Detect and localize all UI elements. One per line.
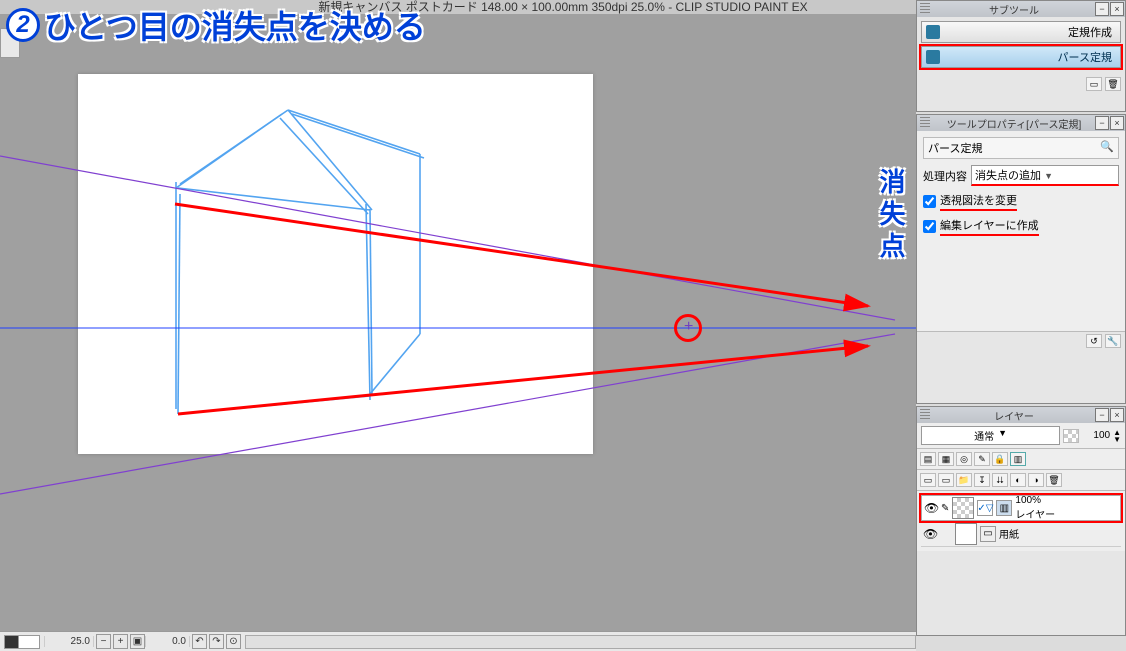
ruler-icon bbox=[926, 25, 940, 39]
apply-mask-icon[interactable]: ◑ bbox=[1028, 473, 1044, 487]
subtool-label: パース定規 bbox=[946, 49, 1116, 65]
close-icon[interactable]: × bbox=[1110, 408, 1124, 422]
ruler-preview-icon: ▥ bbox=[996, 500, 1012, 516]
perspective-icon bbox=[926, 50, 940, 64]
subtool-header[interactable]: サブツール − × bbox=[917, 1, 1125, 17]
cb-label: 透視図法を変更 bbox=[940, 192, 1017, 211]
canvas[interactable] bbox=[78, 74, 593, 454]
chevron-down-icon: ▼ bbox=[998, 428, 1007, 443]
zoom-in-icon[interactable]: + bbox=[113, 634, 128, 649]
subtool-ruler-create[interactable]: 定規作成 bbox=[921, 21, 1121, 43]
opacity-icon bbox=[1063, 429, 1079, 443]
blend-mode-dropdown[interactable]: 通常 ▼ bbox=[921, 426, 1060, 445]
lock-icon[interactable]: 🔒 bbox=[992, 452, 1008, 466]
layer-action-row: ▭ ▭ 📁 ↧ ⮇ ◐ ◑ 🗑 bbox=[917, 470, 1125, 491]
pen-icon: ✎ bbox=[941, 503, 949, 514]
draft-icon[interactable]: ✎ bbox=[974, 452, 990, 466]
cb-create-on-edit-layer[interactable]: 編集レイヤーに作成 bbox=[923, 217, 1119, 236]
clip-icon[interactable]: ▤ bbox=[920, 452, 936, 466]
merge-down-icon[interactable]: ⮇ bbox=[992, 473, 1008, 487]
step-number-badge: 2 bbox=[6, 8, 40, 42]
visibility-icon[interactable]: 👁 bbox=[923, 527, 937, 541]
annotation-vp-label: 消失点 bbox=[873, 168, 910, 264]
h-scrollbar[interactable] bbox=[245, 635, 916, 649]
fit-icon[interactable]: ▣ bbox=[130, 634, 145, 649]
reset-rotation-icon[interactable]: ⊙ bbox=[226, 634, 241, 649]
status-bar: 25.0 − + ▣ 0.0 ↶ ↷ ⊙ bbox=[0, 631, 916, 651]
step-text: ひとつ目の消失点を決める bbox=[44, 2, 426, 48]
layer-name[interactable]: 100% レイヤー bbox=[1015, 495, 1118, 521]
visibility-icon[interactable]: 👁 bbox=[924, 501, 938, 515]
layer-lock-row: ▤ ▦ ◎ ✎ 🔒 ▥ bbox=[917, 449, 1125, 470]
checkbox[interactable] bbox=[923, 195, 936, 208]
layer-item-paper[interactable]: 👁 ▭ 用紙 bbox=[921, 521, 1121, 547]
subtool-palette: サブツール − × 定規作成 パース定規 ▭ 🗑 bbox=[916, 0, 1126, 112]
canvas-area[interactable]: + 25.0 − + ▣ 0.0 ↶ ↷ ⊙ bbox=[0, 14, 916, 651]
close-icon[interactable]: × bbox=[1110, 2, 1124, 16]
layer-item-1[interactable]: 👁 ✎ ✓▽ ▥ 100% レイヤー bbox=[921, 495, 1121, 521]
rotate-ccw-icon[interactable]: ↶ bbox=[192, 634, 207, 649]
new-vector-icon[interactable]: ▭ bbox=[938, 473, 954, 487]
navigator-thumb[interactable] bbox=[4, 635, 40, 649]
new-raster-icon[interactable]: ▭ bbox=[920, 473, 936, 487]
layer-thumb bbox=[955, 523, 977, 545]
transfer-down-icon[interactable]: ↧ bbox=[974, 473, 990, 487]
grip-icon[interactable] bbox=[920, 409, 930, 421]
minimize-icon[interactable]: − bbox=[1095, 116, 1109, 130]
layer-list: 👁 ✎ ✓▽ ▥ 100% レイヤー 👁 ▭ 用紙 bbox=[917, 491, 1125, 551]
reset-icon[interactable]: ↺ bbox=[1086, 334, 1102, 348]
cb-label: 編集レイヤーに作成 bbox=[940, 217, 1039, 236]
process-row: 処理内容 消失点の追加 ▼ bbox=[923, 165, 1119, 186]
stepper-icon[interactable]: ▲▼ bbox=[1113, 429, 1121, 443]
vanishing-point-marker: + bbox=[674, 314, 702, 342]
new-subtool-icon[interactable]: ▭ bbox=[1086, 77, 1102, 91]
checkbox[interactable] bbox=[923, 220, 936, 233]
magnify-icon[interactable]: 🔍 bbox=[1100, 140, 1114, 156]
annotation-step: 2 ひとつ目の消失点を決める bbox=[6, 2, 426, 48]
rotate-cw-icon[interactable]: ↷ bbox=[209, 634, 224, 649]
chevron-down-icon: ▼ bbox=[1044, 171, 1053, 181]
layer-thumb bbox=[952, 497, 974, 519]
opacity-value[interactable]: 100 bbox=[1082, 430, 1110, 441]
minimize-icon[interactable]: − bbox=[1095, 2, 1109, 16]
process-label: 処理内容 bbox=[923, 168, 967, 184]
lock-alpha-icon[interactable]: ▦ bbox=[938, 452, 954, 466]
right-panels: サブツール − × 定規作成 パース定規 ▭ 🗑 ツールプロパティ[パース定規]… bbox=[916, 0, 1126, 651]
zoom-out-icon[interactable]: − bbox=[96, 634, 111, 649]
toolprop-title: ツールプロパティ[パース定規] bbox=[933, 116, 1095, 131]
process-value: 消失点の追加 bbox=[975, 170, 1041, 182]
rotation-value[interactable]: 0.0 bbox=[145, 636, 190, 647]
toolprop-toolname: パース定規 🔍 bbox=[923, 137, 1119, 159]
grip-icon[interactable] bbox=[920, 3, 930, 15]
subtool-title: サブツール bbox=[933, 2, 1095, 17]
mask-icon[interactable]: ◐ bbox=[1010, 473, 1026, 487]
reference-icon[interactable]: ◎ bbox=[956, 452, 972, 466]
layer-title: レイヤー bbox=[933, 408, 1095, 423]
delete-layer-icon[interactable]: 🗑 bbox=[1046, 473, 1062, 487]
layer-name[interactable]: 用紙 bbox=[999, 526, 1119, 541]
toolprop-header[interactable]: ツールプロパティ[パース定規] − × bbox=[917, 115, 1125, 131]
subtool-label: 定規作成 bbox=[946, 24, 1116, 40]
grip-icon[interactable] bbox=[920, 117, 930, 129]
layer-header[interactable]: レイヤー − × bbox=[917, 407, 1125, 423]
subtool-perspective-ruler[interactable]: パース定規 bbox=[921, 46, 1121, 68]
new-folder-icon[interactable]: 📁 bbox=[956, 473, 972, 487]
delete-subtool-icon[interactable]: 🗑 bbox=[1105, 77, 1121, 91]
ruler-badge-icon: ✓▽ bbox=[977, 500, 993, 516]
cb-change-perspective[interactable]: 透視図法を変更 bbox=[923, 192, 1119, 211]
close-icon[interactable]: × bbox=[1110, 116, 1124, 130]
paper-icon: ▭ bbox=[980, 526, 996, 542]
zoom-value[interactable]: 25.0 bbox=[44, 636, 94, 647]
wrench-icon[interactable]: 🔧 bbox=[1105, 334, 1121, 348]
blend-mode-value: 通常 bbox=[974, 428, 994, 443]
toolname-label: パース定規 bbox=[928, 140, 982, 156]
minimize-icon[interactable]: − bbox=[1095, 408, 1109, 422]
ruler-link-icon[interactable]: ▥ bbox=[1010, 452, 1026, 466]
layer-palette: レイヤー − × 通常 ▼ 100 ▲▼ ▤ ▦ ◎ ✎ 🔒 ▥ bbox=[916, 406, 1126, 636]
toolproperty-palette: ツールプロパティ[パース定規] − × パース定規 🔍 処理内容 消失点の追加 … bbox=[916, 114, 1126, 404]
process-dropdown[interactable]: 消失点の追加 ▼ bbox=[971, 165, 1119, 186]
